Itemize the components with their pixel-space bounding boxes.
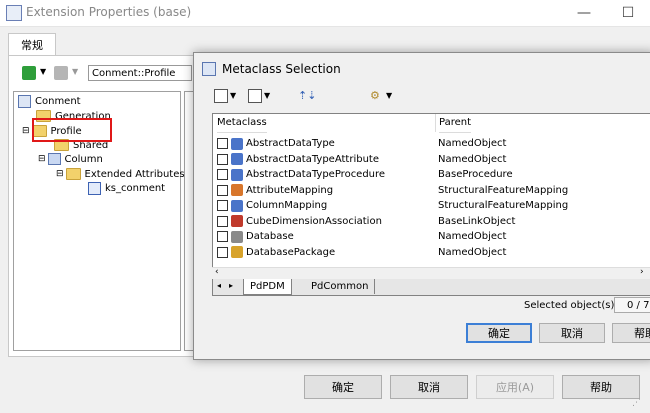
tab-pdpdm[interactable]: PdPDM	[243, 279, 292, 295]
expand-icon[interactable]: ⊟	[56, 169, 64, 179]
row-checkbox[interactable]	[217, 138, 228, 150]
window-titlebar: Extension Properties (base) — — ☐	[0, 0, 650, 27]
tab-general[interactable]: 常规	[8, 33, 56, 56]
selected-count-value: 0 / 7	[614, 297, 650, 313]
row-checkbox[interactable]	[217, 215, 228, 227]
metaclass-icon	[231, 153, 243, 166]
row-checkbox[interactable]	[217, 184, 228, 196]
parent-name: BaseProcedure	[438, 169, 513, 181]
select-all-dropdown-icon[interactable]: ▼	[230, 91, 236, 100]
back-arrow-icon[interactable]	[22, 66, 36, 80]
select-all-icon[interactable]	[214, 89, 228, 103]
filter-icon[interactable]: ⚙	[370, 89, 380, 102]
column-divider	[435, 114, 436, 132]
parent-name: NamedObject	[438, 246, 507, 258]
resize-grip-icon[interactable]: ⋰	[632, 398, 641, 408]
metaclass-dialog: Metaclass Selection ▼ ▼ ⇡⇣ ⚙ ▼ Metaclass…	[193, 52, 650, 360]
dialog-help-button[interactable]: 帮助	[612, 323, 650, 343]
maximize-button[interactable]: ☐	[606, 0, 650, 26]
metaclass-name: AttributeMapping	[246, 184, 334, 196]
extension-icon	[18, 95, 31, 108]
row-checkbox[interactable]	[217, 169, 228, 181]
attribute-icon	[88, 182, 101, 195]
parent-name: StructuralFeatureMapping	[438, 200, 569, 212]
metaclass-name: AbstractDataType	[246, 138, 335, 150]
ok-button[interactable]: 确定	[304, 375, 382, 399]
back-dropdown-icon[interactable]: ▼	[40, 67, 46, 76]
list-item[interactable]: Database NamedObject	[213, 229, 650, 245]
metaclass-icon	[231, 230, 243, 243]
metaclass-name: DatabasePackage	[246, 246, 336, 258]
list-item[interactable]: ColumnMapping StructuralFeatureMapping	[213, 198, 650, 214]
metaclass-list: Metaclass Parent AbstractDataType NamedO…	[212, 113, 650, 281]
row-checkbox[interactable]	[217, 246, 228, 258]
selected-count-label: Selected object(s):	[524, 300, 618, 311]
metaclass-name: Database	[246, 231, 294, 243]
row-checkbox[interactable]	[217, 231, 228, 243]
move-up-icon[interactable]: ⇡⇣	[298, 89, 316, 102]
help-button[interactable]: 帮助	[562, 375, 640, 399]
metaclass-icon	[231, 246, 243, 259]
tree-item-column[interactable]: ⊟ Column	[38, 153, 103, 165]
dialog-title: Metaclass Selection	[222, 62, 341, 76]
highlight-box	[32, 118, 112, 142]
minimize-button[interactable]: —	[562, 0, 606, 26]
metaclass-icon	[231, 137, 243, 150]
list-item[interactable]: DatabasePackage NamedObject	[213, 245, 650, 261]
tree-item-extended-attributes[interactable]: ⊟ Extended Attributes	[56, 168, 185, 180]
parent-name: NamedObject	[438, 153, 507, 165]
list-item[interactable]: AttributeMapping StructuralFeatureMappin…	[213, 183, 650, 199]
forward-dropdown-icon[interactable]: ▼	[72, 67, 78, 76]
dialog-icon	[202, 62, 216, 76]
path-combo[interactable]: Conment::Profile	[88, 65, 192, 81]
tree-item-label: Column	[64, 153, 103, 165]
column-header-metaclass[interactable]: Metaclass	[217, 114, 267, 133]
metaclass-icon	[231, 199, 243, 212]
scroll-right-icon[interactable]: ›	[640, 267, 644, 277]
folder-open-icon	[65, 168, 81, 180]
metaclass-icon	[231, 215, 243, 228]
deselect-dropdown-icon[interactable]: ▼	[264, 91, 270, 100]
row-checkbox[interactable]	[217, 153, 228, 165]
tree-item-label: Conment	[35, 96, 81, 107]
row-checkbox[interactable]	[217, 200, 228, 212]
package-tabstrip: ◂ ▸ PdPDM PdCommon	[212, 279, 650, 296]
tree-item-label: Extended Attributes	[84, 168, 185, 180]
scroll-left-icon[interactable]: ‹	[215, 267, 219, 277]
parent-name: NamedObject	[438, 231, 507, 243]
metaclass-name: ColumnMapping	[246, 200, 328, 212]
column-header-parent[interactable]: Parent	[439, 114, 472, 133]
tab-scroll-left-icon[interactable]: ◂	[217, 281, 221, 290]
list-item[interactable]: AbstractDataTypeAttribute NamedObject	[213, 152, 650, 168]
list-item[interactable]: AbstractDataType NamedObject	[213, 136, 650, 152]
expand-icon[interactable]: ⊟	[22, 126, 30, 136]
filter-dropdown-icon[interactable]: ▼	[386, 91, 392, 100]
metaclass-icon	[231, 168, 243, 181]
metaclass-name: AbstractDataTypeProcedure	[246, 169, 386, 181]
app-icon	[6, 5, 22, 21]
parent-name: BaseLinkObject	[438, 215, 516, 227]
tree-item-conment[interactable]: Conment	[18, 95, 81, 108]
cancel-button[interactable]: 取消	[390, 375, 468, 399]
window-title: Extension Properties (base)	[26, 5, 192, 19]
tree-item-label: ks_conment	[105, 183, 166, 194]
dialog-ok-button[interactable]: 确定	[466, 323, 532, 343]
list-item[interactable]: AbstractDataTypeProcedure BaseProcedure	[213, 167, 650, 183]
column-icon	[47, 153, 61, 165]
list-item[interactable]: CubeDimensionAssociation BaseLinkObject	[213, 214, 650, 230]
metaclass-name: AbstractDataTypeAttribute	[246, 153, 379, 165]
tab-scroll-right-icon[interactable]: ▸	[229, 281, 233, 290]
dialog-cancel-button[interactable]: 取消	[539, 323, 605, 343]
parent-name: NamedObject	[438, 138, 507, 150]
metaclass-icon	[231, 184, 243, 197]
tab-pdcommon[interactable]: PdCommon	[305, 279, 376, 294]
forward-arrow-icon[interactable]	[54, 66, 68, 80]
tree-item-ks-conment[interactable]: ks_conment	[88, 182, 165, 195]
deselect-icon[interactable]	[248, 89, 262, 103]
metaclass-name: CubeDimensionAssociation	[246, 215, 382, 227]
parent-name: StructuralFeatureMapping	[438, 184, 569, 196]
expand-icon[interactable]: ⊟	[38, 154, 46, 164]
apply-button[interactable]: 应用(A)	[476, 375, 554, 399]
